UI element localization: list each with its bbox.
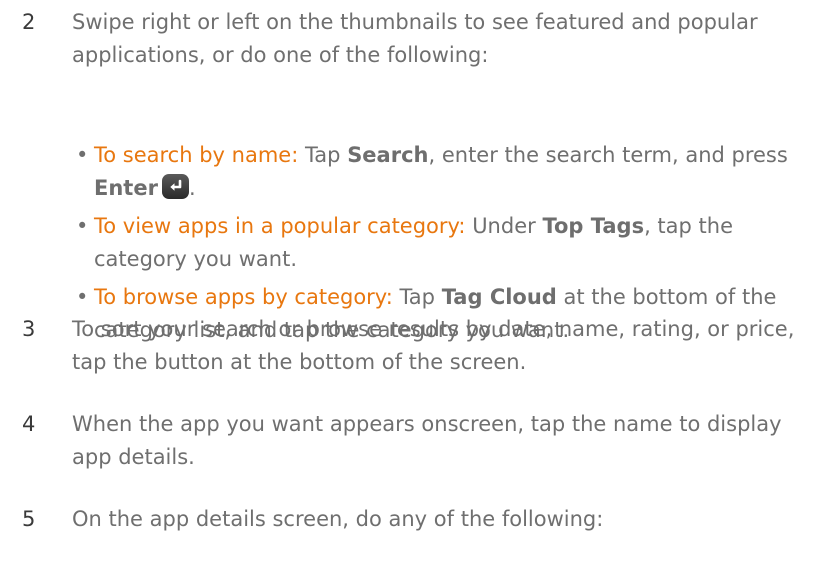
bullet-text-part: Under: [465, 214, 543, 238]
step-number: 4: [22, 412, 36, 436]
bullet-dot: •: [76, 214, 89, 238]
bullet-text-part: .: [188, 176, 196, 200]
search-term: Search: [347, 143, 429, 167]
tag-cloud-term: Tag Cloud: [441, 285, 557, 309]
bullet-text-part: Tap: [392, 285, 442, 309]
step-text: When the app you want appears onscreen, …: [72, 412, 782, 469]
bullet-text-part: , enter the search term, and press: [428, 143, 788, 167]
step-number: 3: [22, 317, 36, 341]
step-text: On the app details screen, do any of the…: [72, 507, 604, 531]
bullet-dot: •: [76, 285, 89, 309]
bullet-lead: To search by name:: [94, 143, 299, 167]
bullet-dot: •: [76, 143, 89, 167]
enter-term: Enter: [94, 176, 158, 200]
step-number: 2: [22, 10, 36, 34]
bullet-text: To view apps in a popular category: Unde…: [94, 210, 824, 276]
manual-page: 2 Swipe right or left on the thumbnails …: [0, 0, 827, 564]
top-tags-term: Top Tags: [542, 214, 645, 238]
enter-key-icon: [161, 174, 189, 199]
bullet-lead: To view apps in a popular category:: [94, 214, 466, 238]
step-text: Swipe right or left on the thumbnails to…: [72, 10, 758, 67]
bullet-lead: To browse apps by category:: [94, 285, 393, 309]
step-text: To sort your search or browse results by…: [72, 317, 795, 374]
step-number: 5: [22, 507, 36, 531]
bullet-text-part: Tap: [298, 143, 348, 167]
bullet-text: To search by name: Tap Search, enter the…: [94, 139, 824, 205]
